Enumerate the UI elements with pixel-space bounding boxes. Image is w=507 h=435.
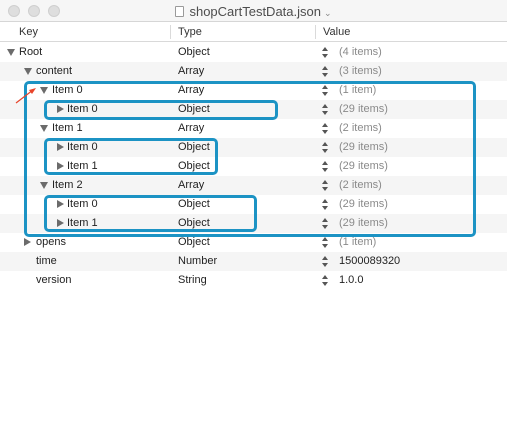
annotation-arrow (15, 88, 36, 104)
